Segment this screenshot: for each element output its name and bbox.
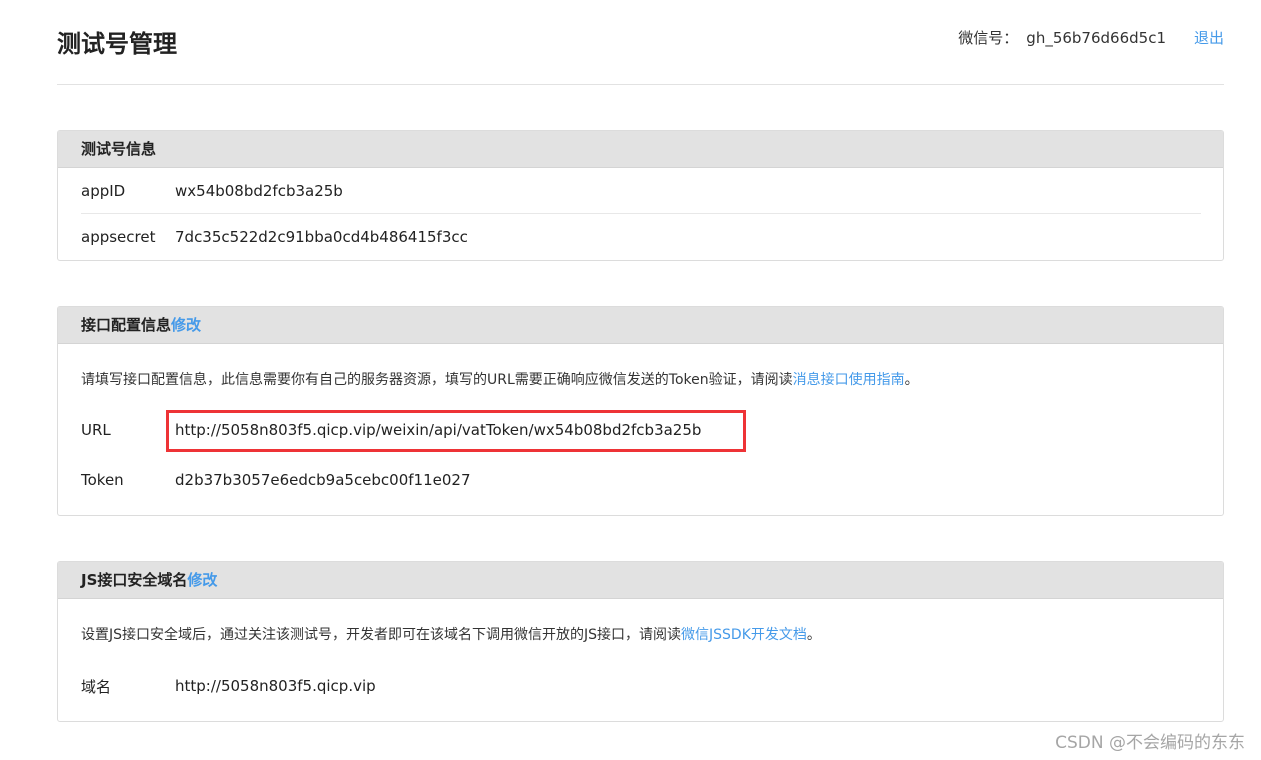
js-domain-description: 设置JS接口安全域后，通过关注该测试号，开发者即可在该域名下调用微信开放的JS接… <box>81 599 1201 645</box>
token-label: Token <box>81 471 124 489</box>
appid-label: appID <box>81 181 126 200</box>
page-header: 测试号管理 微信号： gh_56b76d66d5c1 退出 <box>57 0 1224 85</box>
description-text: 请填写接口配置信息，此信息需要你有自己的服务器资源，填写的URL需要正确响应微信… <box>81 372 793 388</box>
description-end: 。 <box>806 627 821 643</box>
url-row: URL http://5058n803f5.qicp.vip/weixin/ap… <box>81 410 1201 450</box>
logout-link[interactable]: 退出 <box>1194 27 1224 49</box>
page-title: 测试号管理 <box>57 30 177 58</box>
edit-js-domain-link[interactable]: 修改 <box>187 571 217 589</box>
appid-row: appID wx54b08bd2fcb3a25b <box>81 168 1201 213</box>
js-domain-panel: JS接口安全域名修改 设置JS接口安全域后，通过关注该测试号，开发者即可在该域名… <box>57 561 1224 722</box>
domain-value: http://5058n803f5.qicp.vip <box>175 677 376 695</box>
domain-label: 域名 <box>81 677 112 696</box>
message-api-guide-link[interactable]: 消息接口使用指南 <box>793 372 905 388</box>
appid-value: wx54b08bd2fcb3a25b <box>175 181 343 200</box>
api-config-panel: 接口配置信息修改 请填写接口配置信息，此信息需要你有自己的服务器资源，填写的UR… <box>57 306 1224 516</box>
domain-row: 域名 http://5058n803f5.qicp.vip <box>81 666 1201 706</box>
panel-body: 请填写接口配置信息，此信息需要你有自己的服务器资源，填写的URL需要正确响应微信… <box>58 344 1223 500</box>
panel-header: JS接口安全域名修改 <box>58 562 1223 599</box>
csdn-watermark: CSDN @不会编码的东东 <box>1055 733 1245 753</box>
account-label: 微信号： <box>958 29 1019 47</box>
appsecret-value: 7dc35c522d2c91bba0cd4b486415f3cc <box>175 228 468 246</box>
panel-body: 设置JS接口安全域后，通过关注该测试号，开发者即可在该域名下调用微信开放的JS接… <box>58 599 1223 706</box>
test-account-panel: 测试号信息 appID wx54b08bd2fcb3a25b appsecret… <box>57 130 1224 261</box>
description-end: 。 <box>904 372 919 388</box>
panel-title: 测试号信息 <box>58 131 1223 168</box>
token-row: Token d2b37b3057e6edcb9a5cebc00f11e027 <box>81 460 1201 500</box>
account-value: gh_56b76d66d5c1 <box>1026 29 1166 47</box>
appsecret-row: appsecret 7dc35c522d2c91bba0cd4b486415f3… <box>81 214 1201 260</box>
url-label: URL <box>81 421 111 439</box>
description-text: 设置JS接口安全域后，通过关注该测试号，开发者即可在该域名下调用微信开放的JS接… <box>81 627 682 643</box>
url-value: http://5058n803f5.qicp.vip/weixin/api/va… <box>175 421 702 439</box>
jssdk-doc-link[interactable]: 微信JSSDK开发文档 <box>681 627 807 643</box>
appsecret-label: appsecret <box>81 228 156 246</box>
page: 测试号管理 微信号： gh_56b76d66d5c1 退出 测试号信息 appI… <box>0 0 1261 760</box>
panel-body: appID wx54b08bd2fcb3a25b appsecret 7dc35… <box>58 168 1223 260</box>
panel-title: 接口配置信息 <box>81 316 172 334</box>
api-config-description: 请填写接口配置信息，此信息需要你有自己的服务器资源，填写的URL需要正确响应微信… <box>81 344 1201 390</box>
token-value: d2b37b3057e6edcb9a5cebc00f11e027 <box>175 471 471 489</box>
panel-header: 接口配置信息修改 <box>58 307 1223 344</box>
edit-api-config-link[interactable]: 修改 <box>171 316 201 334</box>
panel-title: JS接口安全域名 <box>81 571 188 589</box>
account-info: 微信号： gh_56b76d66d5c1 退出 <box>958 27 1224 49</box>
